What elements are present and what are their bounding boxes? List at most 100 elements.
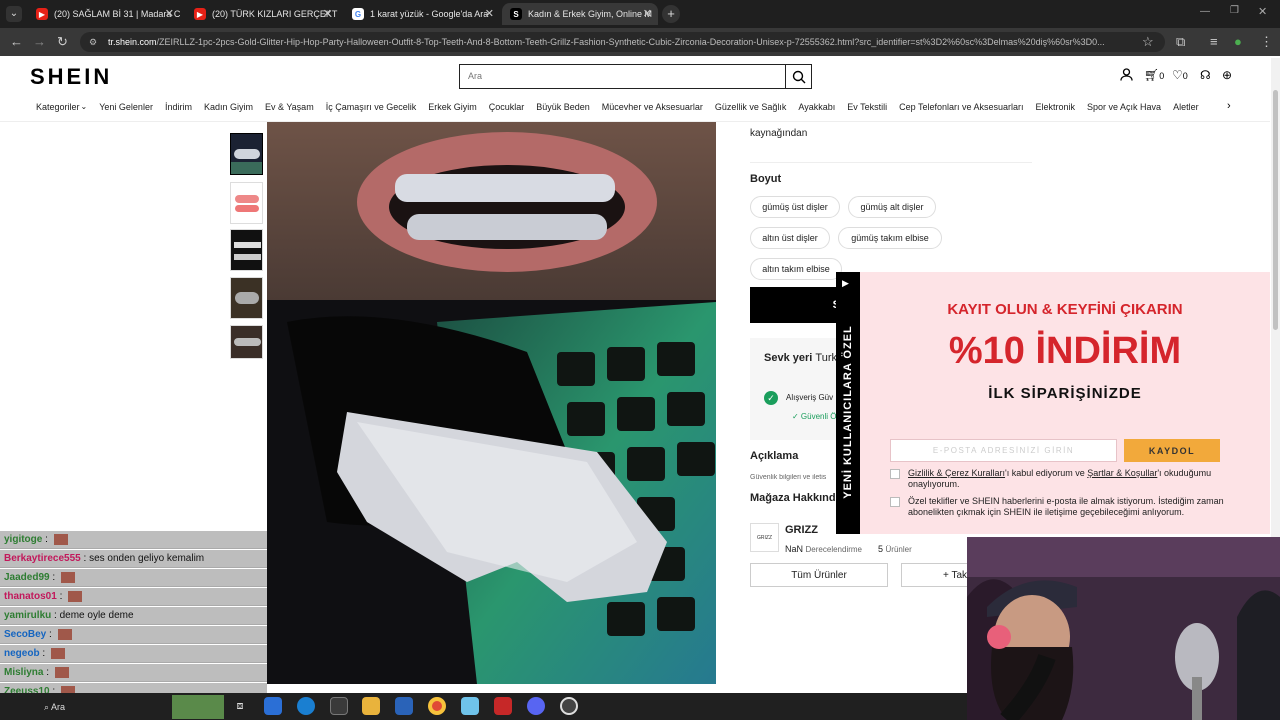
size-option-gold-top[interactable]: altın üst dişler [750,227,830,249]
close-tab-icon[interactable]: ✕ [165,7,174,20]
tab-title: 1 karat yüzük - Google'da Ara [370,9,489,19]
reload-icon[interactable]: ↻ [57,34,68,50]
category-link[interactable]: Ayakkabı [798,102,835,116]
category-next-chevron-icon[interactable]: › [1227,100,1231,112]
cart-icon[interactable]: 🛒︎0 [1144,68,1164,82]
search-input[interactable]: Ara [459,64,786,89]
category-link[interactable]: Yeni Gelenler [99,102,153,116]
all-products-button[interactable]: Tüm Ürünler [750,563,888,587]
profile-icon[interactable]: ● [1234,34,1242,49]
chrome-icon[interactable] [428,697,446,715]
taskbar-search-icon[interactable]: ⌕ Ara [44,702,65,713]
maximize-icon[interactable]: ❐ [1230,5,1239,16]
shein-logo[interactable]: SHEIN [30,64,112,90]
grillz-photo [267,122,716,684]
browser-tab-3[interactable]: G 1 karat yüzük - Google'da Ara ✕ [344,3,500,25]
close-tab-icon[interactable]: ✕ [323,7,332,20]
youtube-icon: ▶ [36,8,48,20]
browser-tab-2[interactable]: ▶ (20) TÜRK KIZLARI GERÇEKTEN ✕ [186,3,338,25]
tab-list-chevron-icon[interactable]: ⌄ [6,6,22,22]
category-link[interactable]: Elektronik [1036,102,1076,116]
collapse-arrow-icon[interactable]: ▶ [842,278,849,289]
category-link[interactable]: İç Çamaşırı ve Gecelik [326,102,417,116]
user-account-icon[interactable] [1120,68,1133,84]
size-option-silver-top[interactable]: gümüş üst dişler [750,196,840,218]
edge-icon[interactable] [297,697,315,715]
add-to-cart-button[interactable]: S [750,287,840,323]
product-thumbnail-2[interactable] [230,182,263,224]
new-tab-button[interactable]: + [662,5,680,23]
follow-store-button[interactable]: + Tak [901,563,967,587]
obs-icon[interactable] [560,697,578,715]
category-link[interactable]: Ev & Yaşam [265,102,314,116]
product-main-image[interactable] [267,122,716,684]
chat-text: ses onden geliyo kemalim [89,553,205,564]
shein-icon: S [510,8,522,20]
back-arrow-icon[interactable]: ← [10,34,23,49]
globe-language-icon[interactable]: ⊕ [1222,68,1232,82]
google-icon: G [352,8,364,20]
category-link[interactable]: Cep Telefonları ve Aksesuarları [899,102,1023,116]
copilot-icon[interactable] [264,697,282,715]
support-headset-icon[interactable]: ☊ [1200,68,1211,82]
tab-title: Kadın & Erkek Giyim, Online M [528,9,653,19]
description-heading[interactable]: Açıklama [750,450,798,462]
search-button[interactable] [785,64,812,89]
category-link[interactable]: Aletler [1173,102,1199,116]
size-option-gold-set[interactable]: altın takım elbise [750,258,842,280]
product-thumbnail-3[interactable] [230,229,263,271]
address-bar[interactable]: ⚙ tr.shein.com/ZEIRLLZ-1pc-2pcs-Gold-Gli… [80,32,1165,52]
category-link[interactable]: Güzellik ve Sağlık [715,102,787,116]
media-control-icon[interactable]: ≡ [1210,34,1218,49]
terms-link[interactable]: Şartlar & Koşullar [1087,468,1157,478]
task-view-icon[interactable]: ⧈ [231,697,249,715]
store-logo[interactable]: GRIZZ [750,523,779,552]
menu-dots-icon[interactable]: ⋮ [1260,34,1273,50]
store-name[interactable]: GRIZZ [785,524,818,536]
size-option-silver-set[interactable]: gümüş takım elbise [838,227,942,249]
chat-message: negeob : [0,645,267,663]
discord-icon[interactable] [527,697,545,715]
close-tab-icon[interactable]: ✕ [485,7,494,20]
category-link[interactable]: Çocuklar [489,102,525,116]
close-window-icon[interactable]: ✕ [1258,5,1267,18]
category-menu-dropdown[interactable]: Kategoriler [36,102,80,116]
scrollbar-thumb[interactable] [1273,90,1278,330]
taskbar-weather-widget[interactable] [172,695,224,719]
extensions-icon[interactable]: ⧉ [1176,34,1185,50]
marketing-consent-text: Özel teklifler ve SHEIN haberlerini e-po… [908,496,1224,517]
category-link[interactable]: Spor ve Açık Hava [1087,102,1161,116]
product-thumbnail-4[interactable] [230,277,263,319]
voicemeeter-icon[interactable] [494,697,512,715]
chat-emote-icon [50,647,65,659]
minimize-icon[interactable]: — [1200,6,1210,17]
bookmark-star-icon[interactable]: ☆ [1142,34,1154,50]
category-link[interactable]: Mücevher ve Aksesuarlar [602,102,703,116]
new-user-side-tab[interactable]: ▶ YENİ KULLANICILARA ÖZEL [836,272,860,534]
outlook-icon[interactable] [395,697,413,715]
privacy-consent-checkbox[interactable] [890,469,900,479]
browser-tab-4-active[interactable]: S Kadın & Erkek Giyim, Online M ✕ [502,3,658,25]
chat-emote-icon [53,533,68,545]
site-info-icon[interactable]: ⚙ [89,32,97,52]
category-link[interactable]: Büyük Beden [536,102,590,116]
marketing-consent-checkbox[interactable] [890,497,900,507]
signup-submit-button[interactable]: KAYDOL [1124,439,1220,462]
category-link[interactable]: Erkek Giyim [428,102,477,116]
wishlist-icon[interactable]: ♡0 [1172,68,1188,82]
product-thumbnail-5[interactable] [230,325,263,359]
store-icon[interactable] [330,697,348,715]
forward-arrow-icon[interactable]: → [33,34,46,49]
app-icon[interactable] [461,697,479,715]
file-explorer-icon[interactable] [362,697,380,715]
category-link[interactable]: İndirim [165,102,192,116]
category-link[interactable]: Kadın Giyim [204,102,253,116]
email-input[interactable]: E-POSTA ADRESİNİZİ GİRİN [890,439,1117,462]
browser-tab-1[interactable]: ▶ (20) SAĞLAM Bİ 31 | Madara Ch ✕ [28,3,180,25]
size-option-silver-bottom[interactable]: gümüş alt dişler [848,196,936,218]
close-tab-icon[interactable]: ✕ [643,7,652,20]
privacy-policy-link[interactable]: Gizlilik & Çerez Kuralları [908,468,1005,478]
product-thumbnail-1[interactable] [230,133,263,175]
chat-username: thanatos01 [4,591,57,602]
category-link[interactable]: Ev Tekstili [847,102,887,116]
